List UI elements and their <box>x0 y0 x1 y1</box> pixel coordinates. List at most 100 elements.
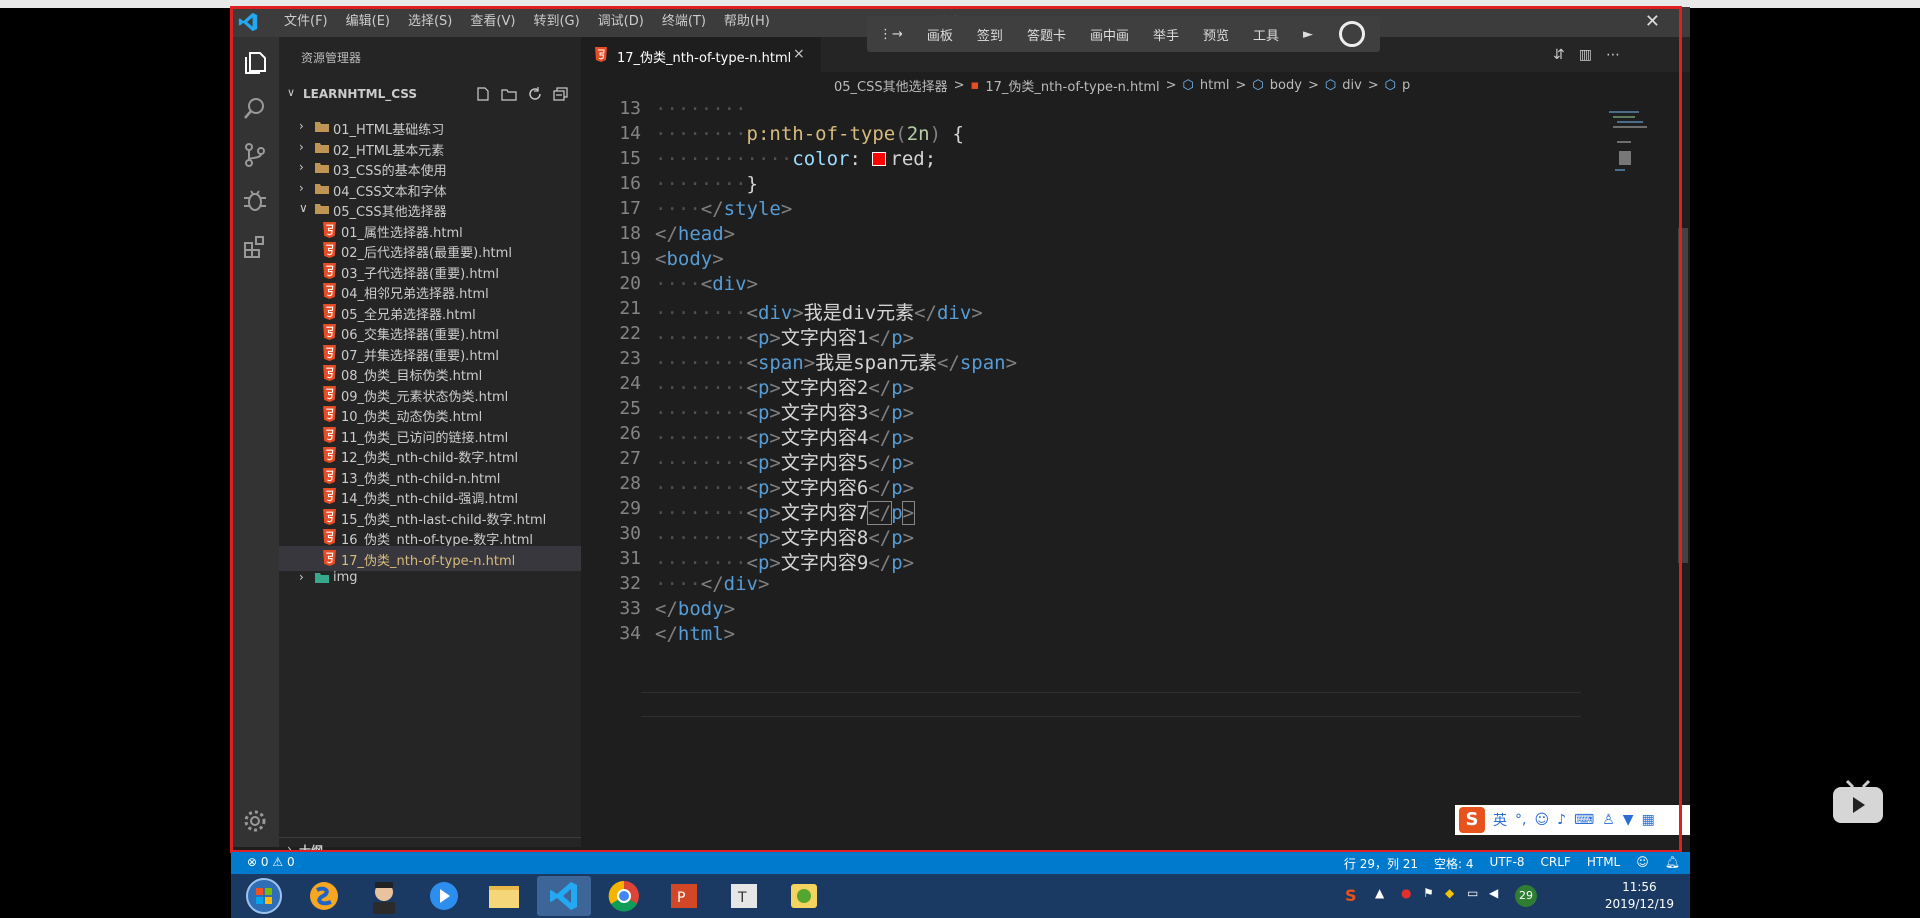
paint-app-icon[interactable] <box>777 876 831 916</box>
language-mode[interactable]: HTML <box>1587 855 1620 872</box>
toolbox-icon[interactable]: ▦ <box>1642 812 1655 828</box>
chevron-down-icon: ∨ <box>287 86 296 99</box>
vertical-scrollbar[interactable] <box>1676 98 1690 818</box>
encoding[interactable]: UTF-8 <box>1490 855 1525 872</box>
explorer-icon[interactable] <box>241 49 269 77</box>
powerpoint-icon[interactable]: P <box>657 876 711 916</box>
notifications-bell-icon[interactable]: 🔔︎ <box>1665 855 1680 872</box>
recorder-preview[interactable]: 预览 <box>1203 25 1229 44</box>
punctuation-icon[interactable]: °, <box>1515 812 1526 828</box>
open-changes-icon[interactable]: ⇵ <box>1553 47 1565 63</box>
source-control-icon[interactable] <box>241 141 269 169</box>
clock[interactable]: 11:56 2019/12/19 <box>1605 879 1674 913</box>
keyboard-icon[interactable]: ⌨ <box>1574 812 1594 828</box>
html5-file-icon <box>323 488 336 504</box>
microphone-icon[interactable]: ♪ <box>1557 812 1566 828</box>
menu-view[interactable]: 查看(V) <box>461 7 524 37</box>
ime-mode[interactable]: 英 <box>1493 810 1507 830</box>
file-explorer-icon[interactable] <box>477 876 531 916</box>
menu-go[interactable]: 转到(G) <box>524 7 588 37</box>
line-number: 18 <box>619 223 641 244</box>
line-ending[interactable]: CRLF <box>1541 855 1571 872</box>
play-arrow-icon[interactable]: ► <box>1303 27 1313 42</box>
code-line: ········<p>文字内容9</p> <box>655 552 915 574</box>
color-swatch-red[interactable] <box>872 152 887 166</box>
recorder-answer-card[interactable]: 答题卡 <box>1027 25 1066 44</box>
text-editor-icon[interactable]: T <box>717 876 771 916</box>
split-editor-icon[interactable]: ▥ <box>1579 47 1592 63</box>
extensions-icon[interactable] <box>241 233 269 261</box>
code-line: ········<p>文字内容3</p> <box>655 402 915 424</box>
recorder-raise-hand[interactable]: 举手 <box>1153 25 1179 44</box>
recorder-pip[interactable]: 画中画 <box>1090 25 1129 44</box>
breadcrumb-html[interactable]: html <box>1200 78 1230 93</box>
html5-file-icon <box>323 303 336 320</box>
tray-app-icon[interactable]: ● <box>1401 886 1411 900</box>
search-icon[interactable] <box>241 95 269 123</box>
menu-bar: 文件(F) 编辑(E) 选择(S) 查看(V) 转到(G) 调试(D) 终端(T… <box>275 7 779 37</box>
emoji-icon[interactable]: ☺ <box>1534 812 1549 828</box>
tab-close-icon[interactable]: × <box>793 46 805 62</box>
html5-file-icon <box>323 324 336 340</box>
tray-badge[interactable]: 29 <box>1515 885 1537 907</box>
sogou-app-icon[interactable] <box>297 876 351 916</box>
new-folder-icon[interactable] <box>501 87 517 101</box>
tray-expand-icon[interactable]: ▲ <box>1375 886 1384 900</box>
windows-taskbar: P T S ▲ ● ⚑ ◆ ▭ ◀ 29 11:56 2019/12/19 <box>231 874 1690 918</box>
more-actions-icon[interactable]: ⋯ <box>1606 47 1620 63</box>
new-file-icon[interactable] <box>475 87 491 101</box>
folder-item[interactable]: › img <box>279 566 581 591</box>
line-number: 21 <box>619 298 641 319</box>
cursor-position[interactable]: 行 29，列 21 <box>1344 855 1418 872</box>
chrome-icon[interactable] <box>597 876 651 916</box>
tab-active-file[interactable]: 17_伪类_nth-of-type-n.html × <box>581 37 821 72</box>
vscode-taskbar-icon[interactable] <box>537 876 591 916</box>
recorder-signin[interactable]: 签到 <box>977 25 1003 44</box>
sogou-logo-icon: S <box>1459 807 1485 833</box>
current-line-highlight <box>641 692 1581 717</box>
menu-debug[interactable]: 调试(D) <box>589 7 653 37</box>
recorder-whiteboard[interactable]: 画板 <box>927 25 953 44</box>
refresh-icon[interactable] <box>527 87 543 101</box>
bilibili-tv-icon[interactable] <box>1831 777 1885 827</box>
avatar-app-icon[interactable] <box>357 876 411 916</box>
settings-gear-icon[interactable] <box>241 807 269 835</box>
power-icon[interactable] <box>1339 21 1366 47</box>
recorder-tools[interactable]: 工具 <box>1253 25 1279 44</box>
code-editor[interactable]: 13 ········ 14 ········p:nth-of-type(2n)… <box>581 98 1690 818</box>
menu-edit[interactable]: 编辑(E) <box>337 7 399 37</box>
start-button-icon[interactable] <box>237 876 291 916</box>
media-app-icon[interactable] <box>417 876 471 916</box>
drag-handle-icon[interactable]: ⋮→ <box>879 27 903 42</box>
menu-help[interactable]: 帮助(H) <box>715 7 779 37</box>
network-icon[interactable]: ▭ <box>1467 886 1478 900</box>
user-icon[interactable]: ♙ <box>1602 812 1615 828</box>
volume-icon[interactable]: ◀ <box>1489 886 1498 900</box>
html5-file-icon <box>323 365 336 381</box>
minimap[interactable] <box>1609 111 1659 201</box>
flag-icon[interactable]: ⚑ <box>1423 886 1434 900</box>
breadcrumb-div[interactable]: div <box>1342 78 1362 93</box>
breadcrumb-file[interactable]: 17_伪类_nth-of-type-n.html <box>985 76 1159 95</box>
scrollbar-thumb[interactable] <box>1678 228 1688 563</box>
breadcrumb-p[interactable]: p <box>1402 78 1410 93</box>
menu-file[interactable]: 文件(F) <box>275 7 337 37</box>
ime-tray-icon[interactable]: S <box>1345 886 1357 905</box>
symbol-element-icon: ⬡ <box>1252 77 1264 93</box>
collapse-all-icon[interactable] <box>553 87 569 101</box>
menu-selection[interactable]: 选择(S) <box>399 7 461 37</box>
project-header[interactable]: ∨ LEARNHTML_CSS <box>279 83 581 105</box>
indentation[interactable]: 空格: 4 <box>1434 855 1474 872</box>
skin-icon[interactable]: ▼ <box>1623 812 1634 828</box>
svg-text:T: T <box>737 890 747 906</box>
breadcrumb-body[interactable]: body <box>1270 78 1302 93</box>
code-line: ········<p>文字内容8</p> <box>655 527 915 549</box>
breadcrumb-folder[interactable]: 05_CSS其他选择器 <box>834 76 948 95</box>
close-window-button[interactable]: ✕ <box>1645 7 1660 37</box>
code-line: ············color: red; <box>655 148 937 170</box>
feedback-smiley-icon[interactable]: ☺ <box>1636 855 1649 872</box>
tray-app-icon[interactable]: ◆ <box>1445 886 1454 900</box>
problems-indicator[interactable]: ⊗ 0 ⚠ 0 <box>247 855 295 869</box>
debug-icon[interactable] <box>241 187 269 215</box>
menu-terminal[interactable]: 终端(T) <box>653 7 715 37</box>
